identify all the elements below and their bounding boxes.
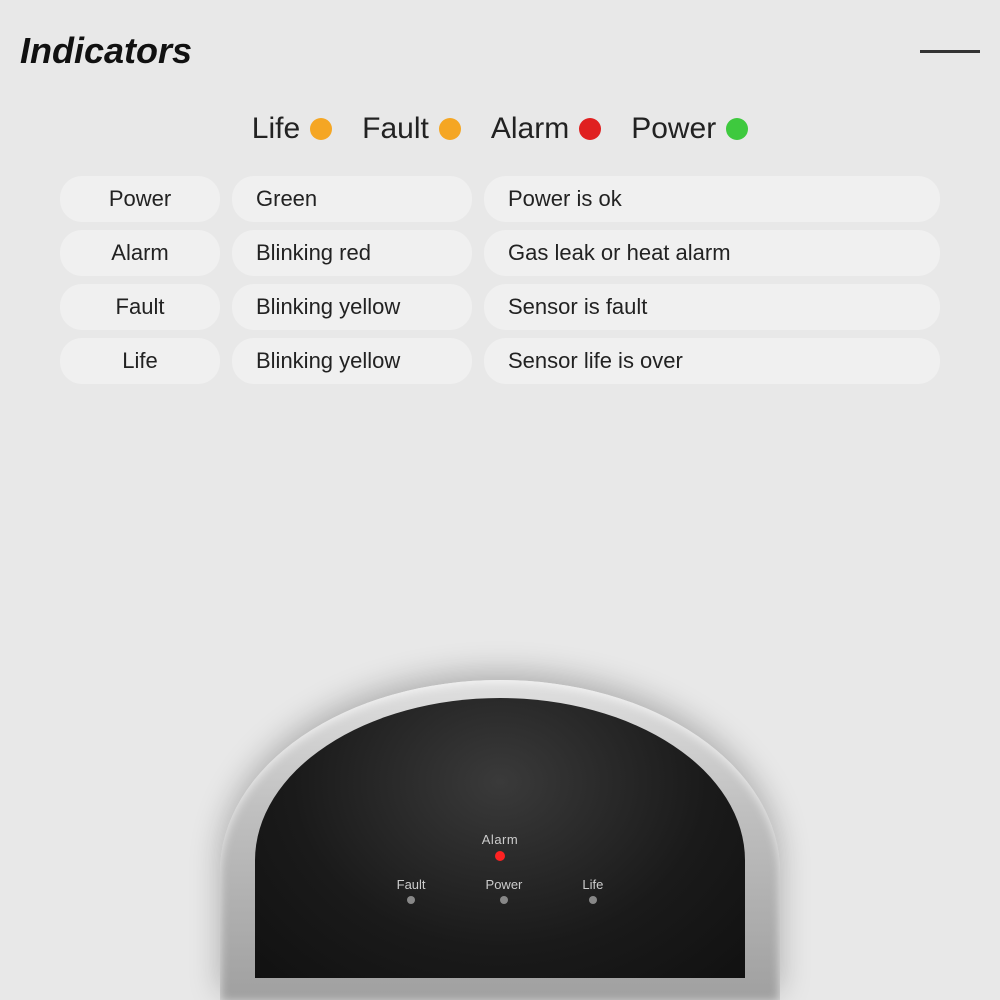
alarm-indicator-group: Alarm	[482, 832, 518, 861]
device-outer-ring: Alarm Fault Power Life	[220, 680, 780, 1000]
row2-col2: Blinking yellow	[232, 284, 472, 330]
power-indicator-label: Power	[486, 877, 523, 892]
row0-col3: Power is ok	[484, 176, 940, 222]
power-indicator: Power	[486, 877, 523, 904]
device-indicators: Alarm Fault Power Life	[397, 832, 604, 904]
legend-item-power: Power	[631, 112, 748, 146]
legend-item-alarm: Alarm	[491, 112, 601, 146]
fault-indicator-dot	[407, 896, 415, 904]
life-indicator-label: Life	[582, 877, 603, 892]
row0-col2: Green	[232, 176, 472, 222]
legend-item-fault: Fault	[362, 112, 461, 146]
legend-row: Life Fault Alarm Power	[0, 112, 1000, 146]
table-row-0: Power Green Power is ok	[60, 176, 940, 222]
row1-col2: Blinking red	[232, 230, 472, 276]
device-illustration: Alarm Fault Power Life	[200, 620, 800, 1000]
row3-col2: Blinking yellow	[232, 338, 472, 384]
legend-item-life: Life	[252, 112, 332, 146]
fault-indicator: Fault	[397, 877, 426, 904]
legend-label-alarm: Alarm	[491, 112, 569, 146]
life-indicator-dot	[589, 896, 597, 904]
table-row-3: Life Blinking yellow Sensor life is over	[60, 338, 940, 384]
row0-col1: Power	[60, 176, 220, 222]
alarm-indicator-dot	[495, 851, 505, 861]
legend-label-power: Power	[631, 112, 716, 146]
alarm-dot	[579, 118, 601, 140]
power-indicator-dot	[500, 896, 508, 904]
page-title: Indicators	[20, 30, 192, 72]
power-dot	[726, 118, 748, 140]
header-line	[920, 50, 980, 53]
device-inner-body: Alarm Fault Power Life	[255, 698, 745, 978]
legend-label-life: Life	[252, 112, 300, 146]
row2-col3: Sensor is fault	[484, 284, 940, 330]
life-dot	[310, 118, 332, 140]
table-row-1: Alarm Blinking red Gas leak or heat alar…	[60, 230, 940, 276]
legend-label-fault: Fault	[362, 112, 429, 146]
row3-col1: Life	[60, 338, 220, 384]
header: Indicators	[0, 0, 1000, 82]
bottom-indicators-row: Fault Power Life	[397, 877, 604, 904]
row3-col3: Sensor life is over	[484, 338, 940, 384]
row1-col1: Alarm	[60, 230, 220, 276]
fault-dot	[439, 118, 461, 140]
table-row-2: Fault Blinking yellow Sensor is fault	[60, 284, 940, 330]
row2-col1: Fault	[60, 284, 220, 330]
life-indicator: Life	[582, 877, 603, 904]
indicators-table: Power Green Power is ok Alarm Blinking r…	[60, 176, 940, 384]
fault-indicator-label: Fault	[397, 877, 426, 892]
row1-col3: Gas leak or heat alarm	[484, 230, 940, 276]
alarm-indicator-label: Alarm	[482, 832, 518, 847]
page-container: Indicators Life Fault Alarm Power Power …	[0, 0, 1000, 1000]
